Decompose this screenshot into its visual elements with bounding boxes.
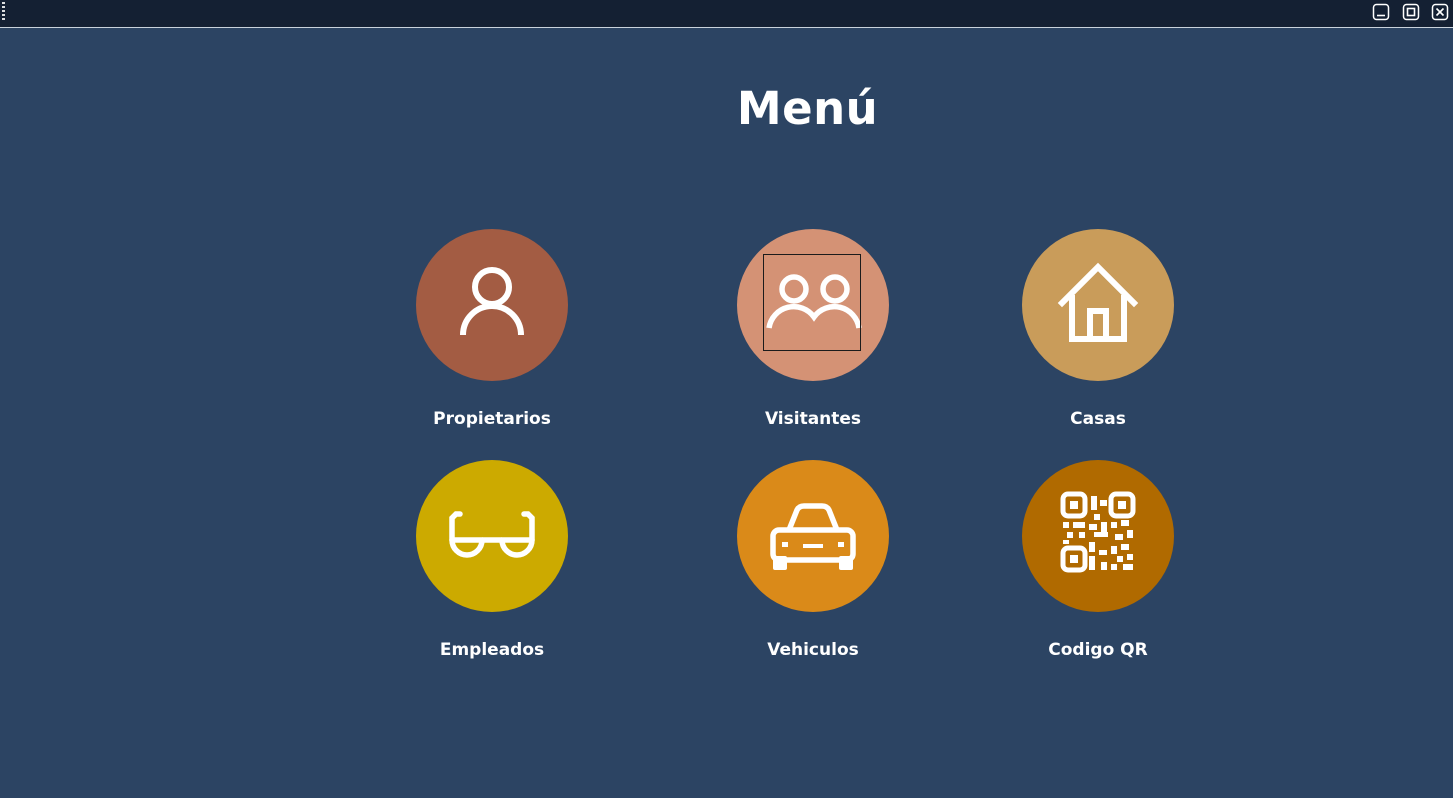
tile-label-empleados: Empleados (439, 640, 545, 660)
page-title: Menú (736, 82, 879, 135)
menu-tile-empleados[interactable]: Empleados (412, 460, 572, 660)
drag-grip-icon[interactable] (2, 2, 5, 20)
focus-indicator (763, 254, 861, 351)
minimize-button[interactable] (1372, 3, 1390, 21)
qr-code-icon (1060, 491, 1136, 573)
tile-circle[interactable] (416, 229, 568, 381)
tile-circle[interactable] (416, 460, 568, 612)
close-button[interactable] (1431, 3, 1449, 21)
tile-circle[interactable] (737, 229, 889, 381)
tile-label-casas: Casas (1070, 409, 1126, 429)
menu-tile-codigo-qr[interactable]: Codigo QR (1018, 460, 1178, 660)
car-icon (770, 503, 856, 570)
tile-label-codigo-qr: Codigo QR (1048, 640, 1148, 660)
tile-label-vehiculos: Vehiculos (767, 640, 859, 660)
title-bar (0, 0, 1453, 28)
menu-tile-casas[interactable]: Casas (1018, 229, 1178, 429)
tile-label-visitantes: Visitantes (764, 409, 862, 429)
menu-tile-propietarios[interactable]: Propietarios (412, 229, 572, 429)
close-icon (1431, 3, 1449, 21)
maximize-icon (1402, 3, 1420, 21)
menu-tile-vehiculos[interactable]: Vehiculos (733, 460, 893, 660)
menu-tile-visitantes[interactable]: Visitantes (733, 229, 893, 429)
glasses-icon (449, 511, 535, 558)
minimize-icon (1372, 3, 1390, 21)
tile-circle[interactable] (1022, 229, 1174, 381)
tile-circle[interactable] (1022, 460, 1174, 612)
tile-label-propietarios: Propietarios (433, 409, 551, 429)
person-icon (460, 267, 524, 336)
maximize-button[interactable] (1402, 3, 1420, 21)
tile-circle[interactable] (737, 460, 889, 612)
house-icon (1057, 262, 1139, 342)
